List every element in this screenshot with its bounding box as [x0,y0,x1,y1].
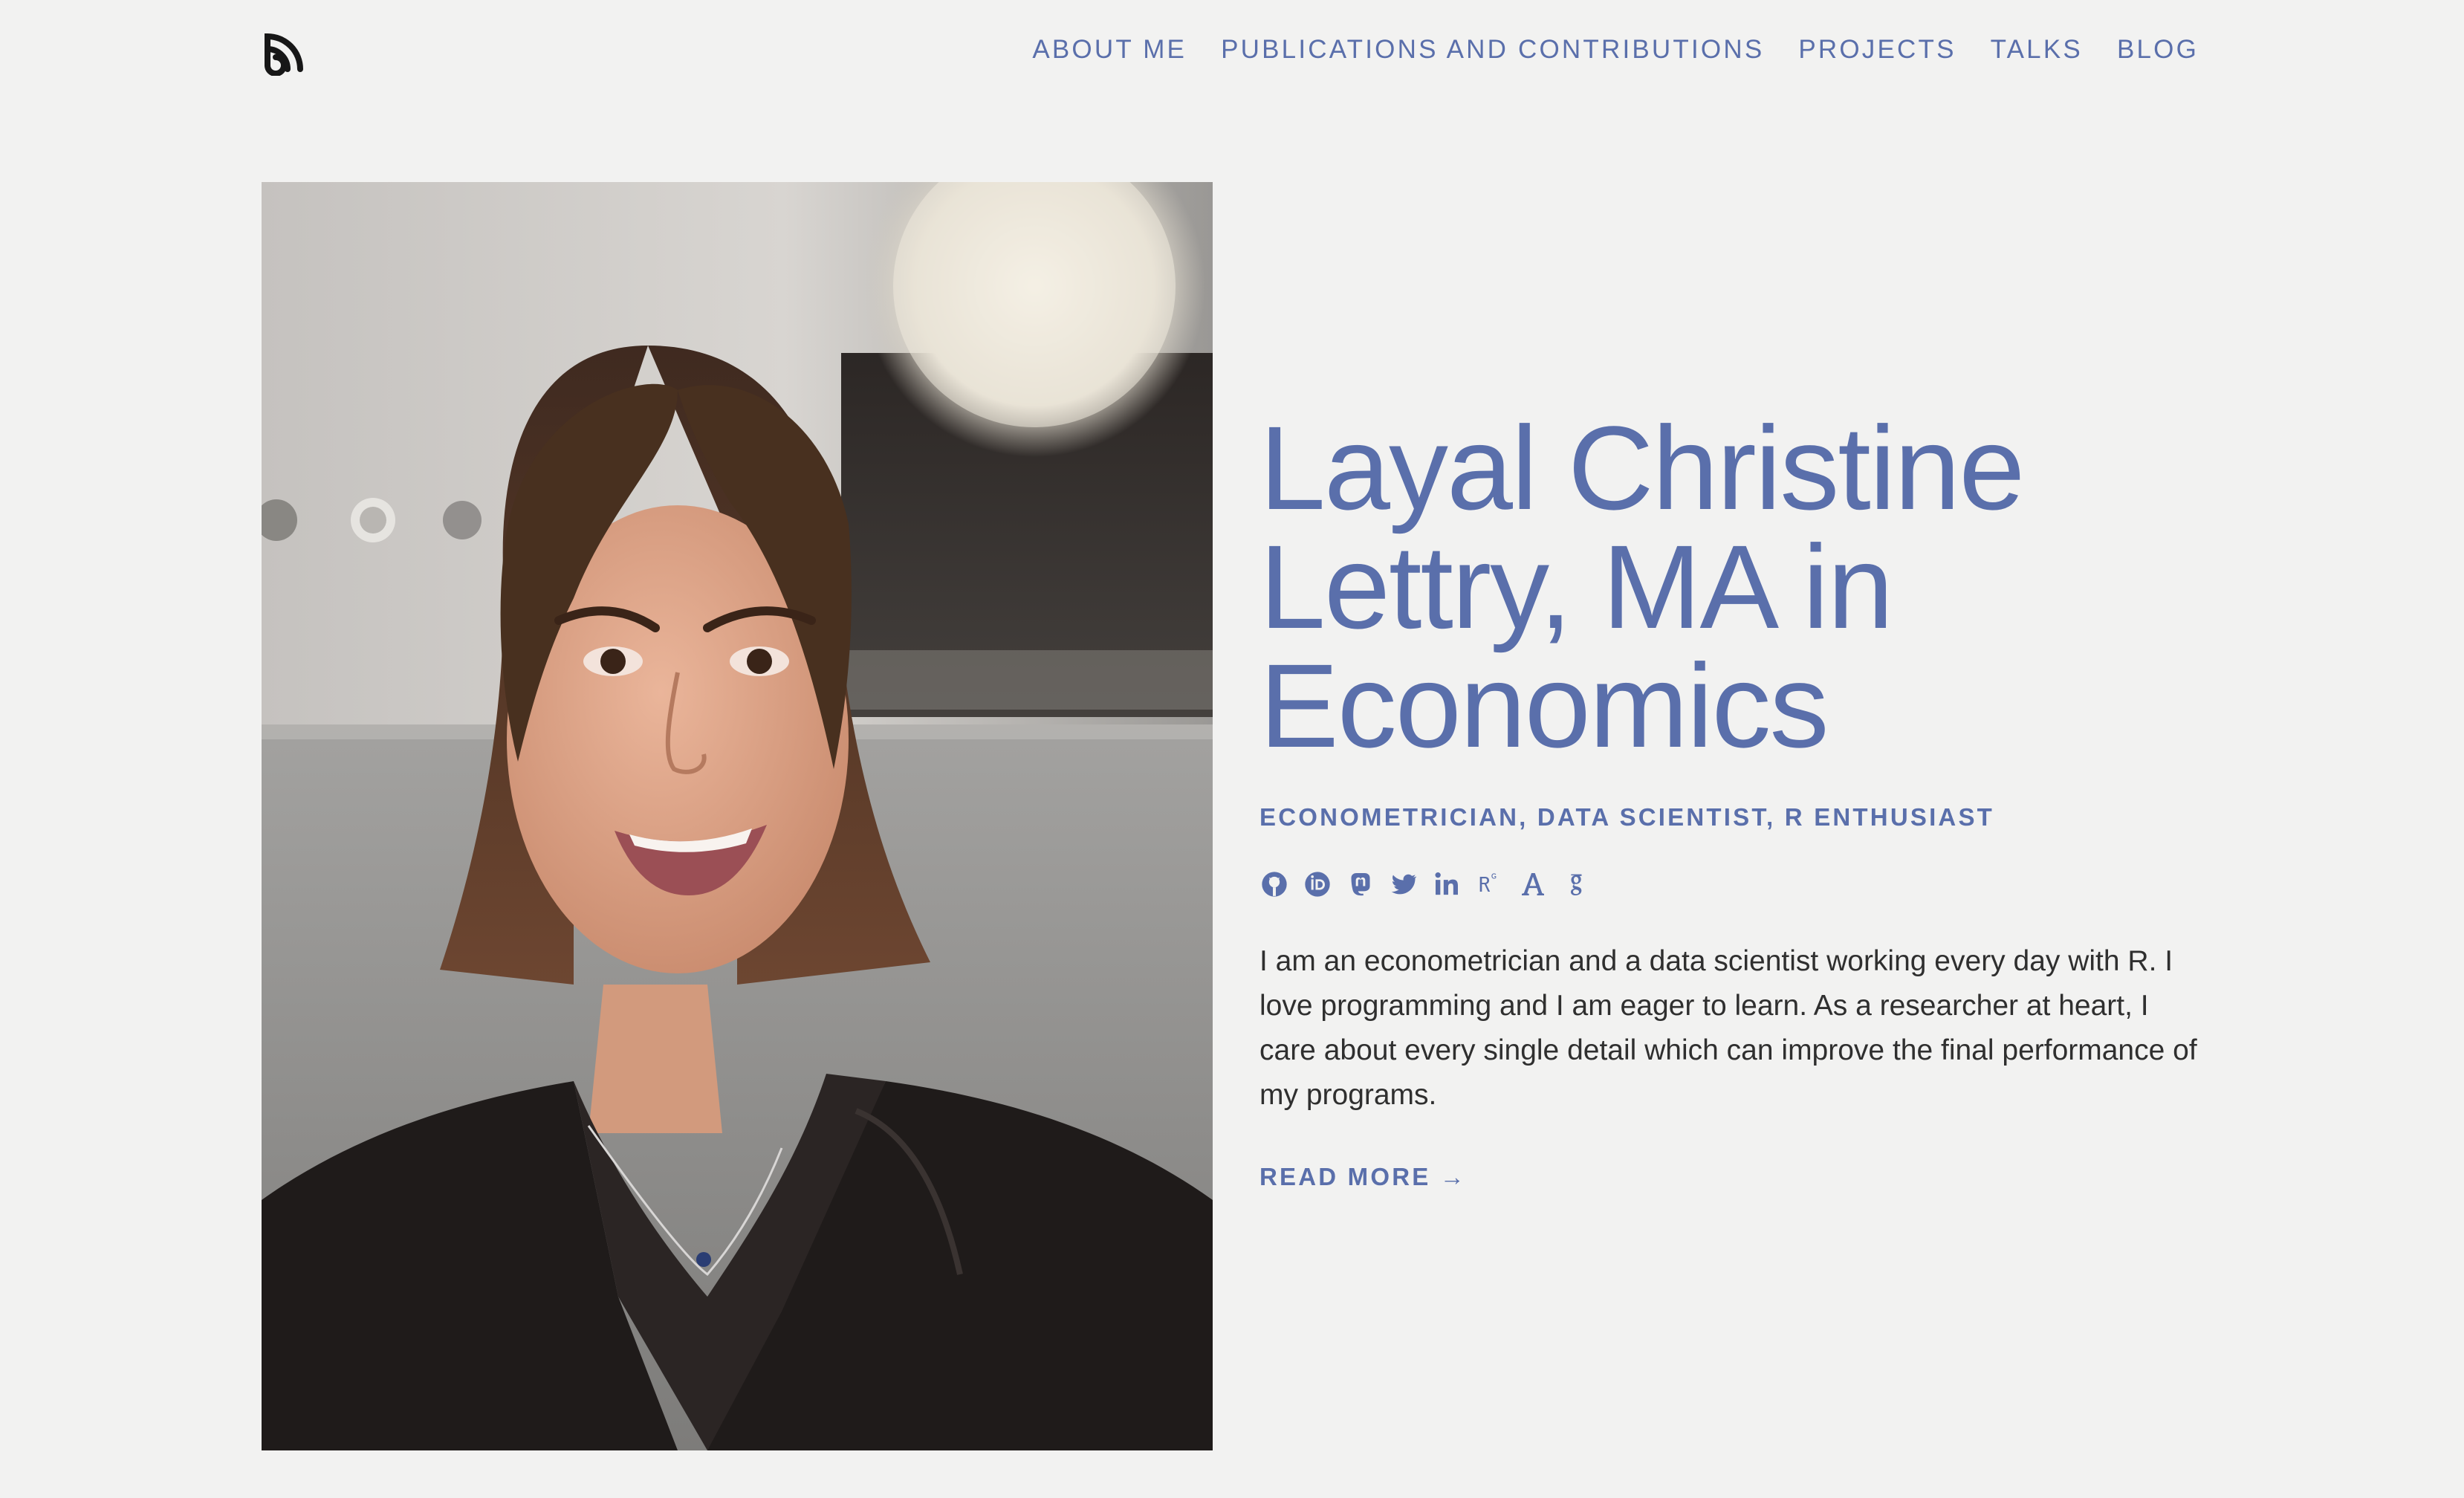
linkedin-icon[interactable] [1432,869,1462,899]
main-navigation: ABOUT ME PUBLICATIONS AND CONTRIBUTIONS … [1032,31,2199,68]
nav-item-blog[interactable]: BLOG [2117,35,2199,64]
social-links [1259,868,2203,901]
nav-item-about-me[interactable]: ABOUT ME [1032,35,1187,64]
researchgate-icon[interactable] [1475,869,1505,899]
nav-item-projects[interactable]: PROJECTS [1798,35,1956,64]
page-subtitle: ECONOMETRICIAN, DATA SCIENTIST, R ENTHUS… [1259,803,1995,831]
site-header: ABOUT ME PUBLICATIONS AND CONTRIBUTIONS … [0,0,2464,104]
github-icon[interactable] [1259,869,1289,899]
bio-paragraph: I am an econometrician and a data scient… [1259,945,2197,1111]
twitter-icon[interactable] [1389,869,1419,899]
read-more-link[interactable]: READ MORE → [1259,1162,1467,1192]
nav-item-talks[interactable]: TALKS [1991,35,2083,64]
orcid-icon[interactable] [1303,869,1332,899]
site-logo-icon[interactable] [260,25,312,77]
hero-text: Layal Christine Lettry, MA in Economics … [1259,409,2203,1192]
page-title: Layal Christine Lettry, MA in Economics [1259,401,2025,772]
academia-icon[interactable] [1518,869,1548,899]
mastodon-icon[interactable] [1346,869,1375,899]
profile-photo [262,182,1213,1450]
google-scholar-icon[interactable] [1561,869,1591,899]
nav-item-publications[interactable]: PUBLICATIONS AND CONTRIBUTIONS [1221,35,1764,64]
